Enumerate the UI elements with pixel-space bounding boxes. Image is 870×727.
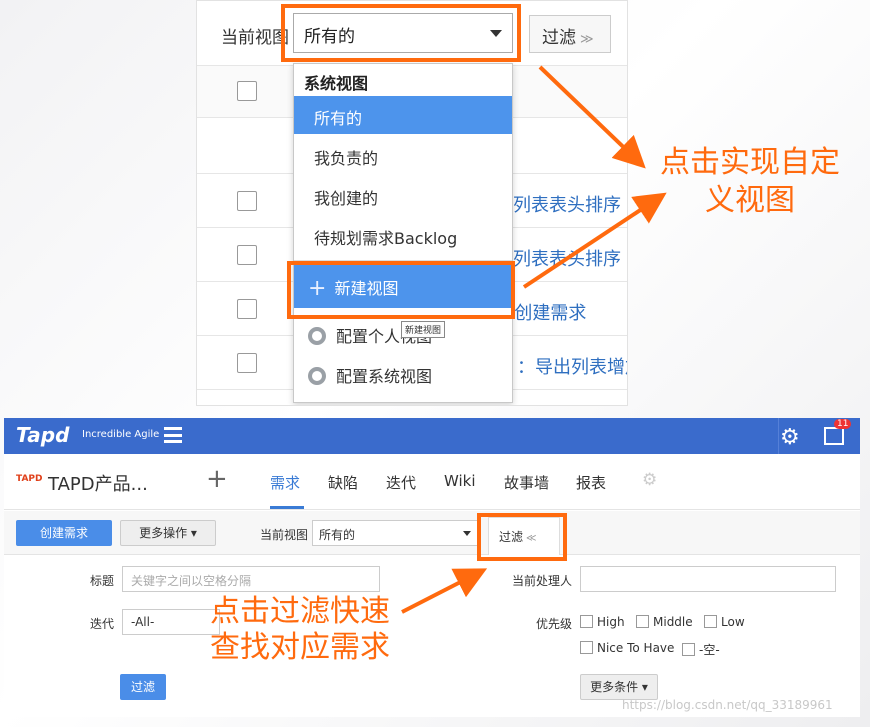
- add-project-button[interactable]: +: [206, 464, 228, 494]
- dropdown-item-backlog[interactable]: 待规划需求Backlog: [294, 216, 512, 254]
- watermark: https://blog.csdn.net/qq_33189961: [622, 698, 833, 712]
- annotation-filter-line1: 点击过滤快速: [210, 594, 390, 629]
- priority-high-label: High: [597, 615, 625, 629]
- title-input[interactable]: 关键字之间以空格分隔: [122, 566, 380, 592]
- top-navbar: Tapd Incredible Agile ⚙ 11: [4, 418, 860, 454]
- tab-iterations[interactable]: 迭代: [386, 472, 416, 493]
- create-requirement-button[interactable]: 创建需求: [16, 520, 112, 546]
- handler-field-label: 当前处理人: [511, 574, 572, 588]
- tab-defects[interactable]: 缺陷: [328, 472, 358, 493]
- priority-nice-label: Nice To Have: [597, 641, 675, 655]
- tapd-logo[interactable]: Tapd: [16, 423, 69, 447]
- arrow-to-filter: [401, 568, 488, 614]
- highlight-new-view: [287, 261, 515, 319]
- annotation-arrows: [522, 65, 667, 289]
- view-dropdown-menu: 系统视图 所有的 我负责的 我创建的 待规划需求Backlog + 新建视图 配置…: [293, 63, 513, 403]
- annotation-arrow: [401, 568, 488, 614]
- current-view-label: 当前视图: [221, 28, 289, 48]
- priority-field-label: 优先级: [535, 617, 572, 631]
- tab-requirements[interactable]: 需求: [270, 472, 300, 493]
- arrow-to-note: [522, 192, 667, 289]
- annotation-custom-view-line1: 点击实现自定: [660, 145, 840, 180]
- config-system-label: 配置系统视图: [336, 367, 433, 386]
- iteration-field-label: 迭代: [89, 617, 114, 631]
- config-system-view-item[interactable]: 配置系统视图: [294, 354, 512, 392]
- dropdown-group-label: 系统视图: [304, 74, 369, 93]
- view-select-value: 所有的: [319, 528, 356, 542]
- gear-icon: [308, 367, 326, 385]
- project-nav-bar: TAPD TAPD产品... + 需求 缺陷 迭代 Wiki 故事墙 报表 ⚙: [4, 454, 860, 510]
- inbox-icon[interactable]: [824, 427, 844, 445]
- title-field-label: 标题: [89, 574, 114, 588]
- row-checkbox[interactable]: [237, 299, 257, 319]
- tab-wiki[interactable]: Wiki: [444, 472, 476, 490]
- priority-nice-checkbox[interactable]: Nice To Have: [580, 641, 674, 655]
- priority-empty-label: -空-: [699, 643, 720, 657]
- annotation-custom-view-line2: 义视图: [705, 183, 795, 218]
- priority-middle-label: Middle: [653, 615, 693, 629]
- header-checkbox[interactable]: [237, 81, 257, 101]
- tooltip: 新建视图: [401, 321, 446, 338]
- highlight-view-select: [281, 4, 521, 62]
- project-name[interactable]: TAPD产品...: [48, 470, 148, 496]
- more-operations-button[interactable]: 更多操作 ▾: [120, 520, 216, 546]
- view-select[interactable]: 所有的: [312, 520, 478, 546]
- priority-low-checkbox[interactable]: Low: [704, 615, 745, 629]
- filter-button[interactable]: 过滤 ≫: [529, 15, 611, 53]
- priority-middle-checkbox[interactable]: Middle: [636, 615, 693, 629]
- tab-settings-gear-icon[interactable]: ⚙: [642, 470, 657, 490]
- iteration-select[interactable]: -All-: [122, 609, 220, 635]
- dropdown-item-all[interactable]: 所有的: [294, 96, 512, 134]
- apply-filter-button[interactable]: 过滤: [120, 674, 166, 700]
- row-checkbox[interactable]: [237, 245, 257, 265]
- annotation-filter-line2: 查找对应需求: [210, 630, 390, 665]
- settings-gear-icon[interactable]: ⚙: [780, 425, 800, 450]
- more-conditions-button[interactable]: 更多条件 ▾: [580, 674, 658, 700]
- dropdown-item-created[interactable]: 我创建的: [294, 176, 512, 214]
- project-logo: TAPD: [16, 474, 43, 484]
- chevron-down-icon: ≫: [580, 32, 594, 47]
- caret-down-icon: [463, 531, 471, 536]
- priority-high-checkbox[interactable]: High: [580, 615, 625, 629]
- hamburger-menu-icon[interactable]: [164, 427, 182, 443]
- priority-empty-checkbox[interactable]: -空-: [682, 641, 720, 658]
- tab-story-wall[interactable]: 故事墙: [504, 472, 549, 493]
- dropdown-item-mine[interactable]: 我负责的: [294, 136, 512, 174]
- table-row-title[interactable]: ：导出列表增加: [517, 353, 627, 379]
- notification-badge: 11: [834, 419, 852, 429]
- gear-icon: [308, 327, 326, 345]
- highlight-filter-button: [477, 513, 567, 561]
- row-checkbox[interactable]: [237, 353, 257, 373]
- current-view-label: 当前视图: [260, 528, 309, 542]
- filter-button-label: 过滤: [542, 28, 576, 48]
- arrow-to-note: [538, 65, 646, 169]
- handler-input[interactable]: [580, 566, 836, 592]
- row-checkbox[interactable]: [237, 191, 257, 211]
- priority-low-label: Low: [721, 615, 745, 629]
- action-bar: 创建需求 更多操作 ▾ 当前视图 所有的 过滤 ≪: [4, 511, 860, 555]
- tab-reports[interactable]: 报表: [576, 472, 606, 493]
- slogan: Incredible Agile: [82, 429, 160, 440]
